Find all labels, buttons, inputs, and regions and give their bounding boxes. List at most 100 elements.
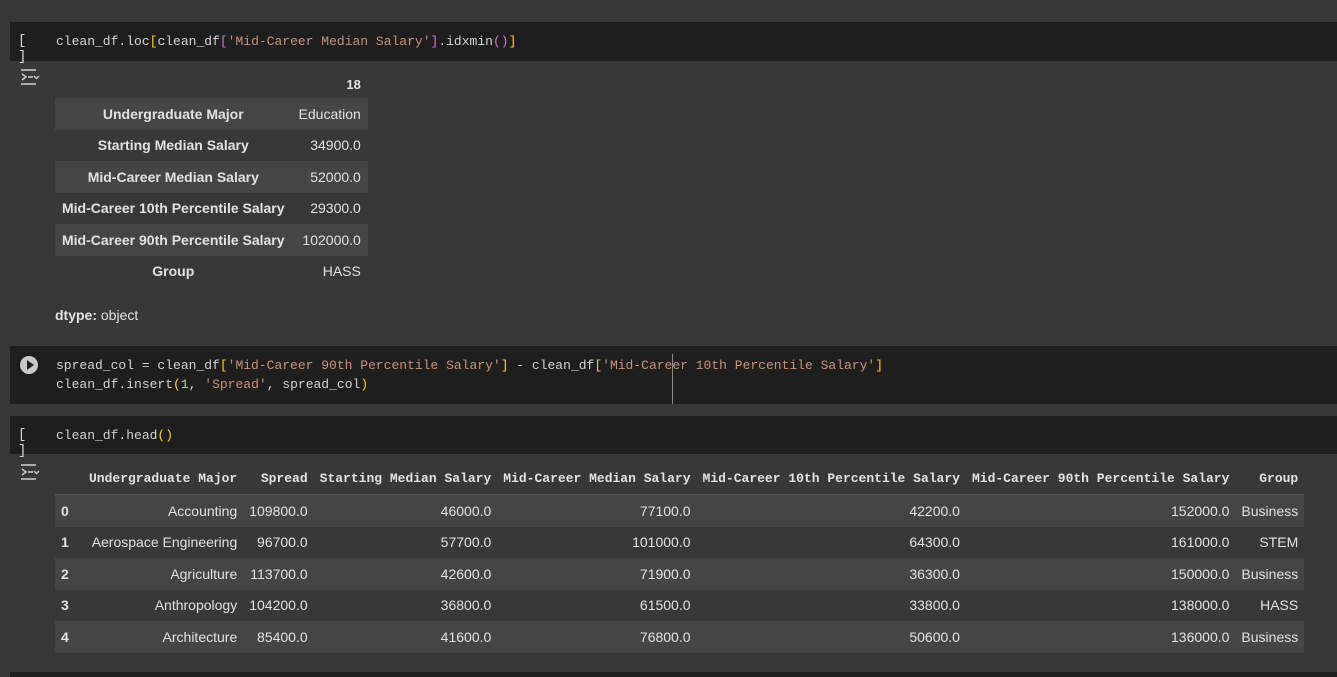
next-cell-edge bbox=[10, 672, 1337, 677]
table-cell: Architecture bbox=[83, 621, 244, 653]
top-strip bbox=[0, 0, 1337, 3]
code-line[interactable]: clean_df.loc[clean_df['Mid-Career Median… bbox=[56, 32, 516, 51]
cell-prompt[interactable]: [ ] bbox=[18, 427, 42, 459]
table-cell: 36300.0 bbox=[696, 558, 966, 590]
row-value: Education bbox=[291, 98, 368, 130]
run-cell-icon[interactable] bbox=[20, 356, 38, 374]
row-label: Mid-Career 10th Percentile Salary bbox=[62, 200, 285, 217]
table-header-row: Undergraduate Major Spread Starting Medi… bbox=[55, 462, 1305, 495]
table-cell: 109800.0 bbox=[243, 494, 314, 527]
code-token: spread_col = clean_df bbox=[56, 358, 220, 373]
table-cell: Aerospace Engineering bbox=[91, 534, 238, 551]
code-token: 'Mid-Career Median Salary' bbox=[227, 34, 431, 49]
code-token: ( bbox=[492, 34, 501, 49]
table-cell: Business bbox=[1235, 558, 1305, 590]
row-index: 3 bbox=[61, 597, 69, 614]
table-cell: Agriculture bbox=[83, 558, 244, 590]
table-cell: 76800.0 bbox=[497, 621, 697, 653]
table-cell: 61500.0 bbox=[639, 597, 691, 614]
table-cell: 36800.0 bbox=[440, 597, 492, 614]
text-cursor bbox=[672, 354, 673, 404]
column-header: Group bbox=[1235, 462, 1305, 495]
table-header-row: 18 bbox=[55, 70, 368, 98]
table-cell: HASS bbox=[1260, 597, 1299, 614]
table-row: 0 Accounting 109800.0 46000.0 77100.0 42… bbox=[55, 494, 1305, 527]
output-toggle-icon[interactable] bbox=[20, 68, 40, 86]
row-value: 34900.0 bbox=[310, 137, 361, 154]
table-row: 1 Aerospace Engineering 96700.0 57700.0 … bbox=[55, 527, 1304, 559]
row-label: Undergraduate Major bbox=[55, 98, 292, 130]
table-cell: 113700.0 bbox=[243, 558, 314, 590]
table-cell: Business bbox=[1235, 494, 1305, 527]
code-token: 'Spread' bbox=[204, 377, 267, 392]
cell-prompt[interactable]: [ ] bbox=[18, 33, 42, 65]
code-token: clean_df.insert bbox=[56, 377, 174, 392]
series-output-table: 18 Undergraduate Major Education Startin… bbox=[55, 70, 368, 287]
table-row: Undergraduate Major Education bbox=[55, 98, 368, 130]
code-token: [ bbox=[594, 358, 603, 373]
table-cell: 161000.0 bbox=[1171, 534, 1230, 551]
table-cell: 41600.0 bbox=[313, 621, 498, 653]
table-cell: 152000.0 bbox=[965, 494, 1236, 527]
table-cell: 42600.0 bbox=[313, 558, 498, 590]
code-token: ( bbox=[173, 377, 181, 392]
row-label: Starting Median Salary bbox=[97, 137, 249, 154]
row-value: HASS bbox=[322, 263, 361, 280]
row-index: 1 bbox=[61, 534, 69, 551]
column-header bbox=[55, 462, 83, 495]
table-row: 4 Architecture 85400.0 41600.0 76800.0 5… bbox=[55, 621, 1305, 653]
code-token: 'Mid-Career 90th Percentile Salary' bbox=[227, 358, 501, 373]
column-header: Mid-Career 10th Percentile Salary bbox=[696, 462, 966, 495]
table-cell: 42200.0 bbox=[696, 494, 966, 527]
table-cell: 96700.0 bbox=[257, 534, 308, 551]
code-token: , bbox=[188, 377, 205, 392]
table-cell: 150000.0 bbox=[965, 558, 1236, 590]
table-row: 3 Anthropology 104200.0 36800.0 61500.0 … bbox=[55, 590, 1304, 622]
row-label: Mid-Career 90th Percentile Salary bbox=[55, 224, 292, 256]
table-row: Mid-Career Median Salary 52000.0 bbox=[55, 161, 368, 193]
code-token: , spread_col bbox=[266, 377, 361, 392]
table-cell: 104200.0 bbox=[249, 597, 308, 614]
code-token: ) bbox=[500, 34, 509, 49]
code-line[interactable]: clean_df.insert(1, 'Spread', spread_col) bbox=[56, 375, 368, 394]
code-line[interactable]: spread_col = clean_df [ 'Mid-Career 90th P… bbox=[56, 356, 883, 375]
output-toggle-icon[interactable] bbox=[20, 463, 40, 481]
code-token: [ bbox=[219, 34, 228, 49]
column-header: Mid-Career Median Salary bbox=[497, 462, 697, 495]
table-cell: 77100.0 bbox=[497, 494, 697, 527]
index-header: 18 bbox=[346, 76, 361, 92]
table-row: Mid-Career 10th Percentile Salary 29300.… bbox=[55, 193, 368, 225]
code-cell-spread[interactable]: spread_col = clean_df [ 'Mid-Career 90th P… bbox=[10, 346, 1337, 404]
row-index: 2 bbox=[55, 558, 83, 590]
table-cell: 46000.0 bbox=[313, 494, 498, 527]
table-cell: 138000.0 bbox=[1171, 597, 1230, 614]
dtype-line: dtype: object bbox=[55, 307, 138, 323]
code-cell-head[interactable]: [ ] clean_df.head() bbox=[10, 416, 1337, 459]
table-cell: 64300.0 bbox=[909, 534, 960, 551]
column-header: Mid-Career 90th Percentile Salary bbox=[965, 462, 1236, 495]
code-cell-idxmin[interactable]: [ ] clean_df.loc[clean_df['Mid-Career Me… bbox=[10, 22, 1337, 65]
code-token: - clean_df bbox=[508, 358, 595, 373]
empty-header bbox=[55, 70, 292, 98]
table-cell: STEM bbox=[1259, 534, 1299, 551]
dtype-label: dtype: bbox=[55, 307, 97, 323]
row-label: Group bbox=[152, 263, 195, 280]
code-token: .idxmin bbox=[438, 34, 493, 49]
dataframe-output-table: Undergraduate Major Spread Starting Medi… bbox=[55, 462, 1305, 653]
row-value: 52000.0 bbox=[291, 161, 368, 193]
column-header: Undergraduate Major bbox=[83, 462, 244, 495]
table-cell: 50600.0 bbox=[696, 621, 966, 653]
table-row: Starting Median Salary 34900.0 bbox=[55, 130, 368, 162]
table-row: Group HASS bbox=[55, 256, 368, 288]
table-cell: Business bbox=[1235, 621, 1305, 653]
table-cell: 71900.0 bbox=[497, 558, 697, 590]
table-row: 2 Agriculture 113700.0 42600.0 71900.0 3… bbox=[55, 558, 1305, 590]
table-cell: 33800.0 bbox=[909, 597, 960, 614]
table-cell: 57700.0 bbox=[440, 534, 492, 551]
code-token: ] bbox=[875, 358, 883, 373]
code-token: clean_df bbox=[157, 34, 220, 49]
code-token: clean_df.head bbox=[56, 428, 158, 443]
code-line[interactable]: clean_df.head() bbox=[56, 426, 173, 445]
dtype-value: object bbox=[100, 307, 139, 323]
row-index: 0 bbox=[55, 494, 83, 527]
